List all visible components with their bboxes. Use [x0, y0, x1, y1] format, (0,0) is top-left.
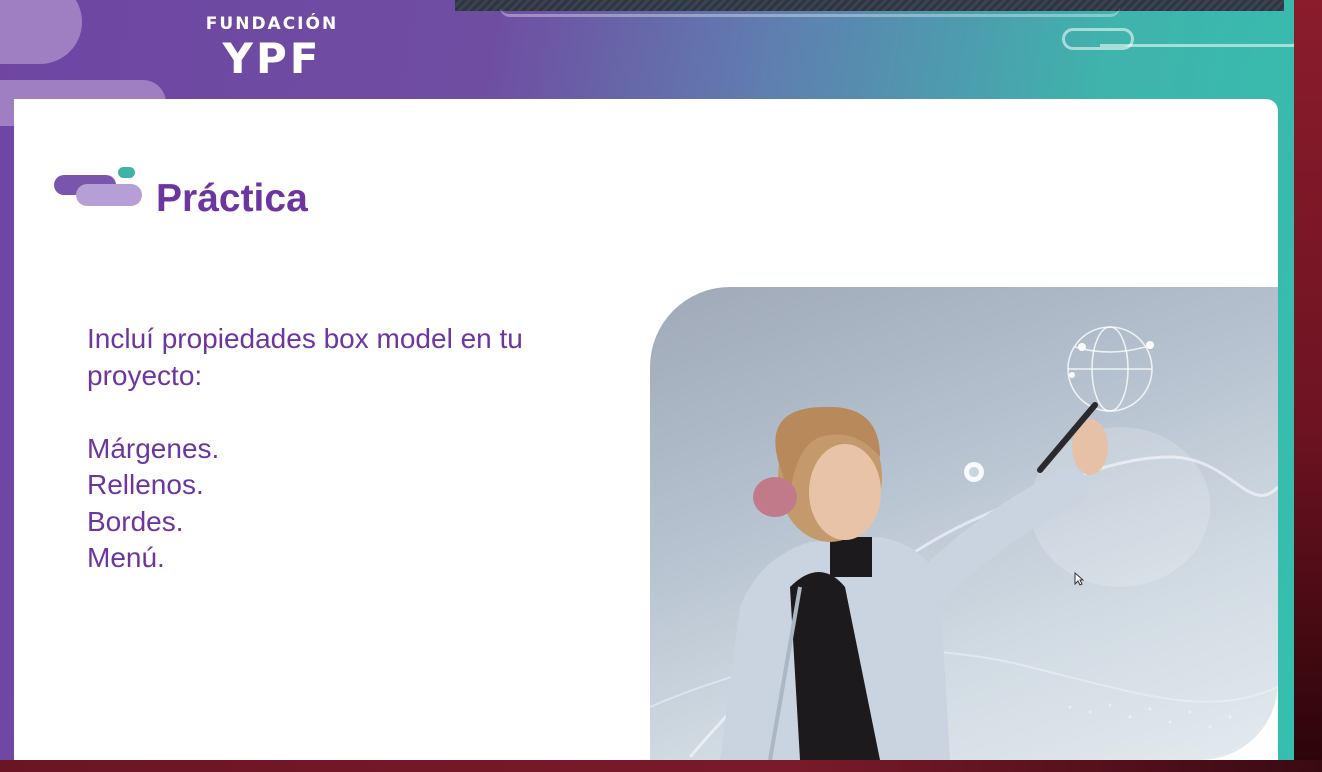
- content-panel: Práctica Incluí propiedades box model en…: [14, 99, 1278, 760]
- logo-main-text: YPF: [222, 34, 322, 83]
- list-item: Bordes.: [87, 505, 184, 537]
- intro-text: Incluí propiedades box model en tu proye…: [87, 323, 523, 391]
- list-item: Rellenos.: [87, 469, 204, 500]
- mouse-pointer-icon: [1074, 572, 1084, 586]
- pill-shapes-icon: [54, 167, 142, 206]
- slide: FUNDACIÓN YPF Práctica Incluí propiedade…: [0, 0, 1294, 760]
- decorative-cloud: [0, 0, 82, 64]
- logo-top-text: FUNDACIÓN: [205, 14, 339, 34]
- list-item: Márgenes.: [87, 432, 220, 464]
- list-item: Menú.: [87, 542, 165, 573]
- ypf-logo: FUNDACIÓN YPF: [204, 14, 340, 82]
- slide-title: Práctica: [156, 177, 308, 220]
- right-frame-band: [1294, 0, 1322, 772]
- slide-body: Incluí propiedades box model en tu proye…: [87, 321, 607, 577]
- presentation-stage: FUNDACIÓN YPF Práctica Incluí propiedade…: [0, 0, 1322, 772]
- bottom-frame-band: [0, 760, 1322, 772]
- woman-with-stylus-photo: [650, 287, 1278, 760]
- decorative-line: [1100, 44, 1294, 47]
- decorative-line: [500, 6, 1120, 17]
